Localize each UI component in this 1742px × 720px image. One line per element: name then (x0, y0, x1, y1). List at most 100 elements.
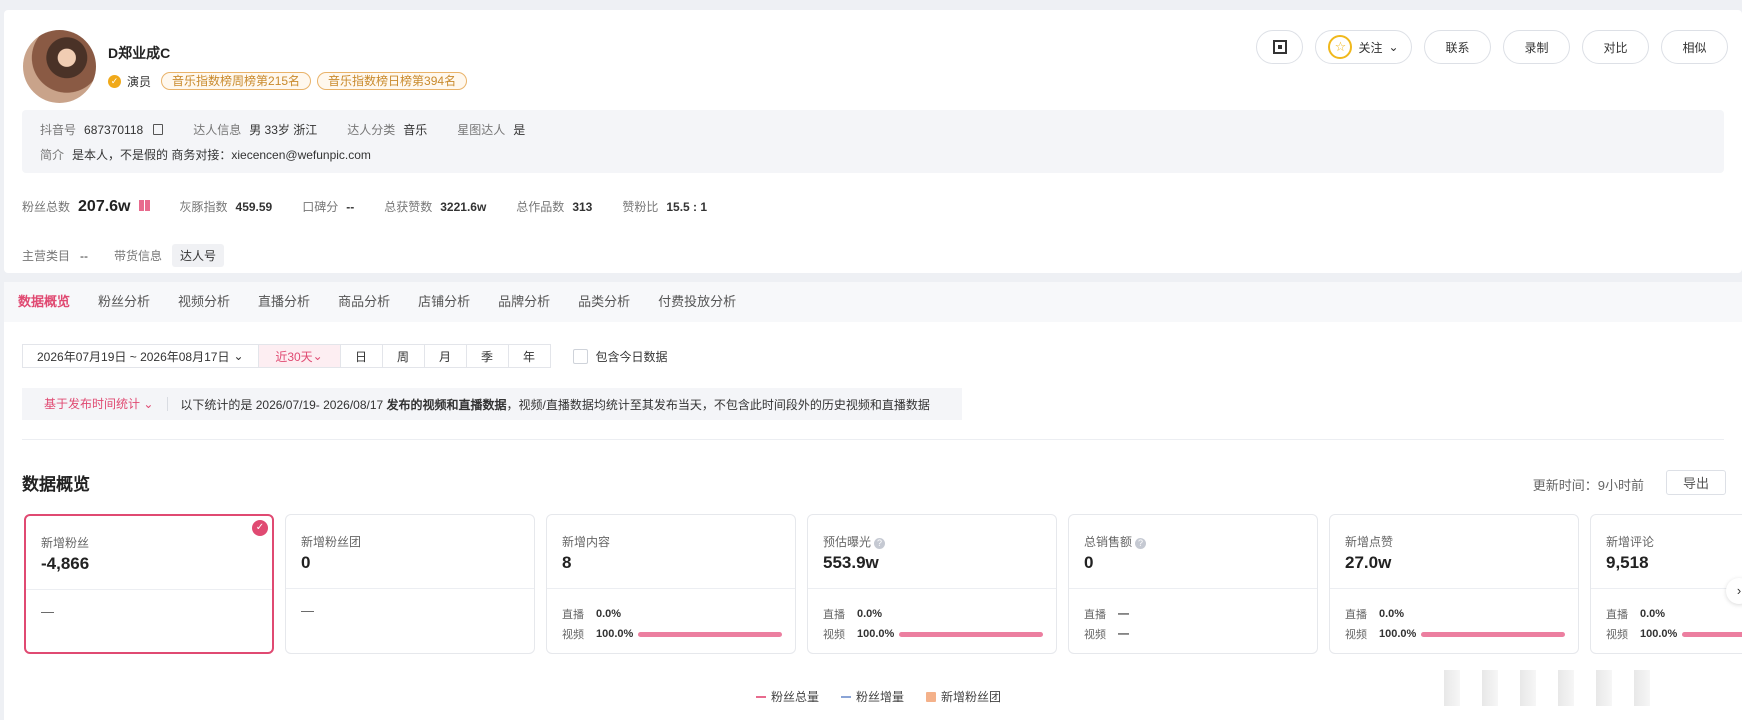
stat-value: -- (346, 200, 355, 214)
metric-new-comments[interactable]: 新增评论 9,518 直播 0.0% 视频 100.0% (1590, 514, 1742, 654)
legend-total-fans[interactable]: 粉丝总量 (756, 688, 819, 705)
compare-button[interactable]: 对比 (1582, 30, 1649, 64)
metric-label-row: 总销售额? (1084, 533, 1147, 550)
divider (26, 589, 272, 590)
chart-icon[interactable] (138, 200, 150, 211)
creator-category-value: 音乐 (403, 123, 428, 137)
rank-tag-weekly[interactable]: 音乐指数榜周榜第215名 (161, 72, 312, 90)
metric-est-exposure[interactable]: 预估曝光? 553.9w 直播 0.0% 视频 100.0% (807, 514, 1057, 654)
tab-live[interactable]: 直播分析 (258, 282, 324, 322)
stat-notice: 基于发布时间统计 ⌄ 以下统计的是 2026/07/19- 2026/08/17… (22, 388, 962, 420)
stat-value: 3221.6w (440, 200, 487, 214)
range-month[interactable]: 月 (424, 344, 467, 368)
stat-reputation: 口碑分 -- (302, 198, 354, 215)
qrcode-button[interactable] (1256, 30, 1303, 64)
help-icon[interactable]: ? (874, 538, 886, 549)
rank-tag-daily[interactable]: 音乐指数榜日榜第394名 (317, 72, 468, 90)
role-row: ✓ 演员 音乐指数榜周榜第215名 音乐指数榜日榜第394名 (108, 72, 468, 90)
stat-basis-selector[interactable]: 基于发布时间统计 ⌄ (22, 397, 169, 411)
range-label: 近30天 (275, 349, 313, 364)
legend-line-icon (841, 695, 852, 698)
notice-text-pre: 以下统计的是 2026/07/19- 2026/08/17 (180, 397, 387, 412)
bio-value: 是本人，不是假的 商务对接：xiecencen@wefunpic.com (72, 148, 371, 162)
placeholder-bar (1596, 670, 1612, 706)
similar-button[interactable]: 相似 (1661, 30, 1728, 64)
avatar[interactable] (23, 30, 96, 103)
include-today-label: 包含今日数据 (595, 349, 668, 364)
chart-legend: 粉丝总量 粉丝增量 新增粉丝团 (756, 688, 1001, 705)
tab-shop[interactable]: 店铺分析 (418, 282, 484, 322)
range-quarter[interactable]: 季 (466, 344, 509, 368)
follow-button[interactable]: ☆ 关注 ⌄ (1315, 30, 1412, 64)
tab-goods[interactable]: 商品分析 (338, 282, 404, 322)
star-icon: ☆ (1328, 35, 1353, 59)
range-week[interactable]: 周 (382, 344, 425, 368)
video-share-bar (638, 631, 782, 637)
tab-fans[interactable]: 粉丝分析 (98, 282, 164, 322)
tab-category[interactable]: 品类分析 (578, 282, 644, 322)
metric-value: 9,518 (1606, 553, 1649, 572)
video-share-bar (899, 631, 1043, 637)
live-label: 直播 (1084, 609, 1106, 621)
tab-overview[interactable]: 数据概览 (18, 282, 84, 322)
metric-value: 0 (1084, 553, 1094, 572)
legend-new-fan-club[interactable]: 新增粉丝团 (926, 688, 1001, 705)
metric-total-sales[interactable]: 总销售额? 0 直播 — 视频 — (1068, 514, 1318, 654)
metric-label: 新增评论 (1606, 535, 1655, 549)
live-share: 0.0% (1640, 608, 1666, 620)
tab-brand[interactable]: 品牌分析 (498, 282, 564, 322)
metric-new-fans[interactable]: ✓ 新增粉丝 -4,866 — (24, 514, 274, 654)
video-label: 视频 (823, 629, 845, 641)
range-last-30-days[interactable]: 近30天 ⌄ (258, 344, 341, 368)
metric-value: 553.9w (823, 553, 879, 572)
live-share: 0.0% (1379, 608, 1405, 620)
main-category-value: -- (80, 248, 89, 263)
range-year[interactable]: 年 (508, 344, 551, 368)
export-button[interactable]: 导出 (1666, 470, 1726, 495)
legend-label: 粉丝总量 (771, 690, 820, 704)
video-share: 100.0% (1379, 628, 1417, 640)
tab-paid-ads[interactable]: 付费投放分析 (658, 282, 750, 322)
range-day[interactable]: 日 (340, 344, 383, 368)
legend-fans-increase[interactable]: 粉丝增量 (841, 688, 904, 705)
contact-button[interactable]: 联系 (1424, 30, 1491, 64)
metric-label-row: 预估曝光? (823, 533, 886, 550)
metric-value: 8 (562, 553, 572, 572)
next-arrow-button[interactable]: › (1726, 578, 1742, 604)
copy-icon[interactable] (153, 124, 164, 135)
metric-new-likes[interactable]: 新增点赞 27.0w 直播 0.0% 视频 100.0% (1329, 514, 1579, 654)
video-share: 100.0% (596, 628, 634, 640)
live-share-row: 直播 — (1084, 606, 1314, 622)
placeholder-bar (1558, 670, 1574, 706)
live-label: 直播 (1606, 609, 1628, 621)
metric-label: 新增粉丝团 (301, 535, 362, 549)
stat-value: 15.5 : 1 (666, 200, 708, 214)
stat-value: 207.6w (78, 198, 131, 215)
stat-like-fan-ratio: 赞粉比 15.5 : 1 (622, 198, 707, 215)
video-share-row: 视频 100.0% (1606, 626, 1742, 642)
divider (22, 439, 1724, 440)
include-today-checkbox[interactable] (572, 348, 588, 364)
notice-text: 以下统计的是 2026/07/19- 2026/08/17 发布的视频和直播数据… (168, 396, 929, 413)
metric-new-fan-club[interactable]: 新增粉丝团 0 — (285, 514, 535, 654)
info-row-basic: 抖音号 687370118 达人信息 男 33岁 浙江 达人分类 音乐 星图达人… (40, 121, 525, 138)
video-share-bar (1421, 631, 1565, 637)
tab-video[interactable]: 视频分析 (178, 282, 244, 322)
stat-huitun-index: 灰豚指数 459.59 (180, 198, 273, 215)
divider (808, 588, 1056, 589)
stat-label: 总作品数 (516, 200, 565, 214)
profile-stats: 粉丝总数 207.6w 灰豚指数 459.59 口碑分 -- 总获赞数 3221… (22, 198, 737, 216)
metric-new-content[interactable]: 新增内容 8 直播 0.0% 视频 100.0% (546, 514, 796, 654)
live-share-row: 直播 0.0% (562, 606, 792, 622)
help-icon[interactable]: ? (1135, 538, 1147, 549)
legend-label: 新增粉丝团 (941, 690, 1002, 704)
record-button[interactable]: 录制 (1503, 30, 1570, 64)
live-label: 直播 (562, 609, 584, 621)
live-label: 直播 (1345, 609, 1367, 621)
date-range-picker[interactable]: 2026年07月19日 ~ 2026年08月17日 ⌄ (22, 344, 259, 368)
metric-label: 新增粉丝 (41, 536, 90, 550)
stat-total-likes: 总获赞数 3221.6w (384, 198, 486, 215)
live-share: 0.0% (857, 608, 883, 620)
stat-value: 459.59 (235, 200, 273, 214)
video-label: 视频 (1345, 629, 1367, 641)
